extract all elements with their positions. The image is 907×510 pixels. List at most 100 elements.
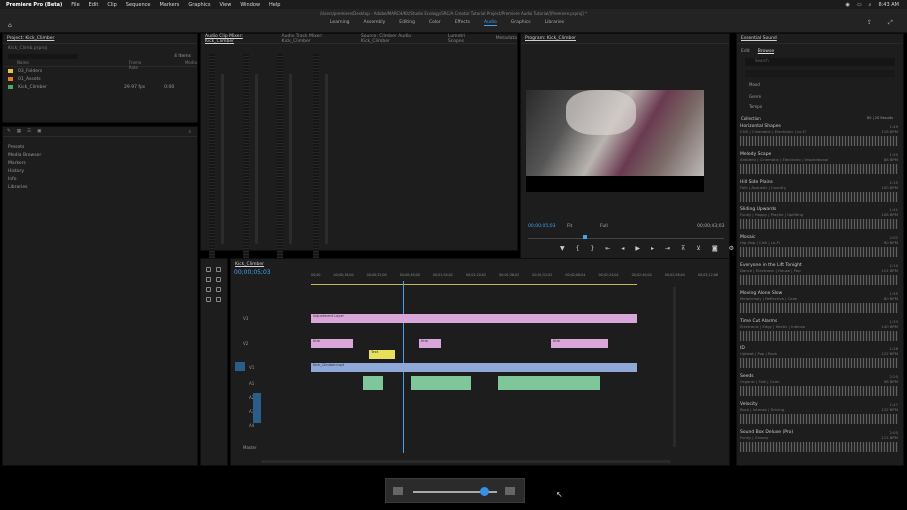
wifi-icon[interactable]: ◉ (846, 2, 850, 8)
menu-view[interactable]: View (219, 2, 231, 8)
program-scrub-bar[interactable] (528, 238, 724, 239)
grid-icon[interactable]: ▦ (17, 129, 21, 134)
share-icon[interactable]: ⇪ (867, 19, 872, 26)
menu-graphics[interactable]: Graphics (188, 2, 210, 8)
waveform[interactable] (740, 386, 898, 397)
waveform[interactable] (740, 219, 898, 230)
app-menu[interactable]: Premiere Pro (Beta) (6, 2, 62, 8)
tab-audio-track-mixer[interactable]: Audio Track Mixer: Kick_Climber (282, 34, 343, 44)
source-patch-a1[interactable] (253, 393, 261, 423)
track-v2-label[interactable]: V2 (243, 341, 248, 346)
track-select-tool-icon[interactable] (216, 267, 221, 272)
home-icon[interactable]: ⌂ (8, 22, 12, 29)
track-v3-label[interactable]: V3 (243, 316, 248, 321)
zoom-in-icon[interactable] (505, 487, 515, 495)
timeline-scrollbar[interactable] (673, 287, 676, 447)
menu-file[interactable]: File (71, 2, 79, 8)
volume-fader[interactable] (289, 74, 292, 244)
battery-icon[interactable]: ▭ (857, 2, 862, 8)
sound-track-item[interactable]: Moving Alone Slow 1:55 Melancholy | Reflec… (740, 291, 898, 313)
waveform[interactable] (740, 191, 898, 202)
list-item[interactable]: Kick_Climber 29.97 fps 0:00 (3, 83, 197, 91)
list-item[interactable]: Media Browser (3, 151, 197, 159)
project-tab[interactable]: Project: Kick_Climber (7, 36, 54, 41)
sound-track-item[interactable]: Horizontal Shapes 1:49 Chill | Cinematic |… (740, 124, 898, 146)
subtab-browse[interactable]: Browse (758, 49, 774, 54)
menu-sequence[interactable]: Sequence (126, 2, 151, 8)
tab-lumetri-scopes[interactable]: Lumetri Scopes (448, 34, 478, 44)
menu-clip[interactable]: Clip (107, 2, 116, 8)
track-a1-label[interactable]: A1 (249, 381, 254, 386)
volume-fader[interactable] (221, 74, 224, 244)
tab-source[interactable]: Source: Climber Audio Kick_Climber (361, 34, 430, 44)
adjustment-layer-clip[interactable]: Adjustment Layer (311, 314, 637, 323)
workspace-tab-color[interactable]: Color (429, 20, 441, 26)
list-item[interactable]: Markers (3, 159, 197, 167)
filter-bar[interactable] (745, 70, 895, 77)
zoom-slider-handle[interactable] (480, 487, 490, 496)
pen-tool-icon[interactable] (216, 287, 221, 292)
menu-markers[interactable]: Markers (159, 2, 179, 8)
waveform[interactable] (740, 358, 898, 369)
sound-track-item[interactable]: Melody Scape 1:50 Ambient | Cinematic | El… (740, 152, 898, 174)
video-clip[interactable]: Kick_Climber.mp4 (311, 363, 637, 372)
filter-mood[interactable]: Mood (749, 82, 760, 87)
sound-track-item[interactable]: Mosaic 2:02 Hip-Hop | Chill | Lo-Fi 90 BPM (740, 235, 898, 258)
fit-dropdown[interactable]: Fit (567, 224, 572, 229)
workspace-tab-graphics[interactable]: Graphics (511, 20, 531, 26)
tab-metadata[interactable]: Metadata (496, 36, 517, 41)
list-icon[interactable]: ☰ (27, 129, 31, 134)
mark-in-icon[interactable]: { (576, 245, 580, 252)
sound-track-item[interactable]: Sound Box Deluxe (Pro) 2:05 Funky | Groovy… (740, 430, 898, 452)
subtab-edit[interactable]: Edit (741, 49, 750, 54)
waveform[interactable] (740, 441, 898, 452)
program-tab[interactable]: Program: Kick_Climber (525, 36, 576, 41)
go-to-in-icon[interactable]: ⇤ (605, 245, 610, 252)
sound-track-item[interactable]: Velocity 1:47 Rock | Intense | Driving 132 … (740, 402, 898, 424)
text-clip[interactable]: Text (369, 350, 395, 359)
project-search-input[interactable] (8, 53, 78, 59)
audio-clip[interactable] (498, 376, 600, 390)
menu-window[interactable]: Window (240, 2, 260, 8)
pen-icon[interactable]: ✎ (7, 129, 11, 134)
zoom-out-icon[interactable] (393, 487, 403, 495)
title-clip[interactable]: title (311, 339, 353, 348)
go-to-out-icon[interactable]: ⇥ (665, 245, 670, 252)
list-item[interactable]: Presets (3, 143, 197, 151)
search-icon[interactable]: ⌕ (869, 2, 872, 8)
waveform[interactable] (740, 163, 898, 174)
fullscreen-icon[interactable]: ⤢ (888, 19, 893, 27)
camera-icon[interactable]: ◙ (712, 245, 718, 252)
sound-track-item[interactable]: Sliding Upwards 1:41 Funky | Happy | Playf… (740, 207, 898, 230)
workspace-tab-learning[interactable]: Learning (330, 20, 350, 26)
settings-icon[interactable]: ⚙ (729, 245, 734, 252)
type-tool-icon[interactable] (216, 297, 221, 302)
sound-track-item[interactable]: Everyone in the Lift Tonight 2:10 Dance | … (740, 263, 898, 285)
hand-tool-icon[interactable] (206, 297, 211, 302)
workspace-tab-audio[interactable]: Audio (483, 20, 497, 26)
list-item[interactable]: History (3, 167, 197, 175)
filter-genre[interactable]: Genre (749, 94, 761, 99)
lift-icon[interactable]: ⊼ (681, 245, 685, 252)
sound-search-input[interactable]: Search (745, 58, 895, 66)
step-back-icon[interactable]: ◂ (621, 245, 624, 252)
title-clip[interactable]: title (419, 339, 441, 348)
waveform[interactable] (740, 302, 898, 313)
volume-fader[interactable] (255, 74, 258, 244)
menu-edit[interactable]: Edit (89, 2, 99, 8)
sequence-tab[interactable]: Kick_Climber (235, 262, 264, 267)
timeline-timecode[interactable]: 00;00;05;03 (234, 269, 271, 276)
track-v1-label[interactable]: V1 (249, 365, 254, 370)
quality-dropdown[interactable]: Full (600, 224, 608, 229)
sound-track-item[interactable]: Time Cut Alarms 1:33 Electronic | Edgy | H… (740, 319, 898, 341)
volume-fader[interactable] (325, 74, 328, 244)
list-item[interactable]: Libraries (3, 183, 197, 191)
filter-tempo[interactable]: Tempo (749, 104, 762, 109)
selection-tool-icon[interactable] (206, 267, 211, 272)
program-timecode[interactable]: 00;00;05;03 (528, 224, 555, 229)
list-item[interactable]: 01_Assets (3, 75, 197, 83)
workspace-tab-effects[interactable]: Effects (455, 20, 470, 26)
waveform[interactable] (740, 414, 898, 424)
audio-clip[interactable] (411, 376, 471, 390)
audio-clip[interactable] (363, 376, 383, 390)
